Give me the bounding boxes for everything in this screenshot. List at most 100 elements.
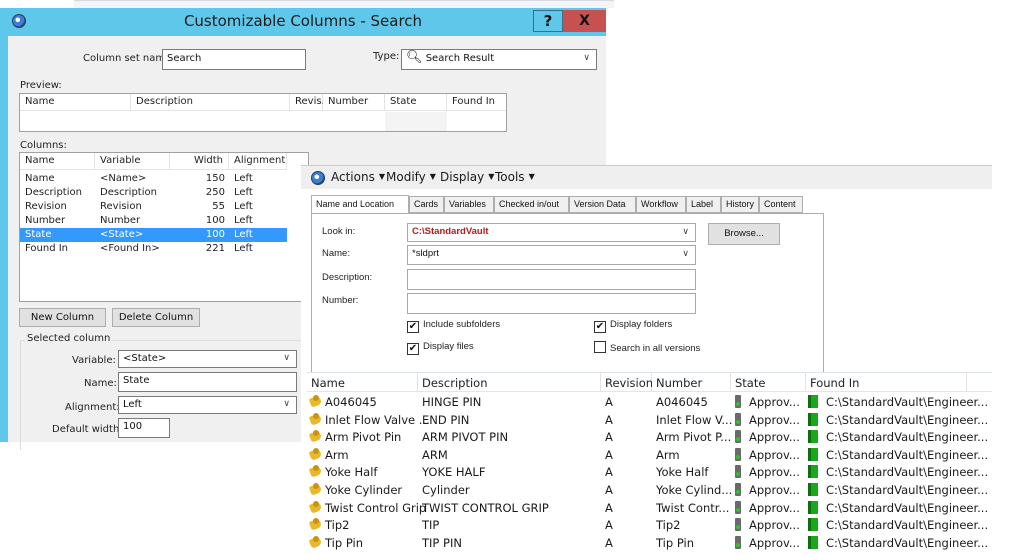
type-select[interactable]: 🔍︎ Search Result ∨ (401, 49, 597, 70)
result-description-text: TIP (422, 518, 440, 533)
checkmark-icon[interactable]: ✔ (407, 321, 419, 333)
variable-select[interactable]: <State> ∨ (118, 350, 297, 368)
result-name: Yoke Half (310, 465, 377, 479)
columns-cell-alignment: Left (234, 215, 253, 226)
columns-row[interactable]: Number Number 100 Left (20, 214, 287, 228)
result-row[interactable]: Yoke Half YOKE HALF A Yoke Half Approv... C:\… (307, 464, 992, 481)
part-file-icon (310, 465, 323, 477)
help-button[interactable]: ? (533, 10, 563, 32)
result-found-in-text: C:\StandardVault\Engineer... (826, 518, 989, 533)
result-row[interactable]: Twist Control Grip TWIST CONTROL GRIP A Twi… (307, 500, 992, 517)
name-value: State (123, 375, 150, 386)
results-header-found-in[interactable]: Found In (806, 372, 967, 392)
result-number-text: Yoke Half (656, 465, 709, 480)
result-state: Approv... (735, 483, 800, 497)
result-row[interactable]: Tip Pin TIP PIN A Tip Pin Approv... C:\Standa… (307, 535, 992, 552)
number-input[interactable] (407, 293, 696, 314)
tab-name-and-location[interactable]: Name and Location (311, 195, 409, 214)
result-name: Arm Pivot Pin (310, 430, 401, 444)
alignment-select[interactable]: Left ∨ (118, 396, 297, 414)
preview-header-revision[interactable]: Revis... (290, 94, 331, 111)
browse-button[interactable]: Browse... (708, 223, 780, 245)
results-header-name[interactable]: Name (307, 372, 418, 392)
preview-header-name[interactable]: Name (20, 94, 131, 111)
result-name: Tip2 (310, 518, 349, 532)
delete-column-button[interactable]: Delete Column (112, 308, 200, 327)
tab-version-data[interactable]: Version Data (569, 196, 636, 213)
result-state: Approv... (735, 465, 800, 479)
columns-cell-width: 250 (205, 187, 225, 198)
result-row[interactable]: Arm ARM A Arm Approv... C:\StandardVault\Engi… (307, 447, 992, 464)
checkmark-icon[interactable]: ✔ (594, 321, 606, 333)
columns-header-variable[interactable]: Variable (95, 153, 170, 170)
result-number: Tip Pin (656, 536, 694, 550)
results-header-description[interactable]: Description (418, 372, 601, 392)
tab-workflow[interactable]: Workflow (636, 196, 686, 213)
look-in-select[interactable]: C:\StandardVault ∨ (407, 223, 696, 242)
result-found-in: C:\StandardVault\Engineer... (808, 465, 988, 479)
menu-display[interactable]: Display ▼ (440, 170, 494, 184)
dialog-title-bar[interactable]: Customizable Columns - Search ? X (0, 8, 606, 36)
name-select[interactable]: *sldprt ∨ (407, 245, 696, 265)
results-header-revision[interactable]: Revision (601, 372, 653, 392)
checkbox-display-folders[interactable]: ✔ Display folders (594, 319, 672, 333)
preview-header-state[interactable]: State (385, 94, 447, 111)
columns-row[interactable]: Found In <Found In> 221 Left (20, 242, 287, 256)
result-name-text: Tip2 (325, 518, 350, 533)
background-window-edge (74, 0, 614, 8)
columns-row[interactable]: Description Description 250 Left (20, 186, 287, 200)
result-found-in: C:\StandardVault\Engineer... (808, 483, 988, 497)
checkbox-include-subfolders[interactable]: ✔ Include subfolders (407, 319, 500, 333)
description-input[interactable] (407, 269, 696, 290)
result-row[interactable]: Yoke Cylinder Cylinder A Yoke Cylind... Appr… (307, 482, 992, 499)
columns-cell-width: 100 (205, 215, 225, 226)
workflow-state-icon (735, 465, 741, 479)
vault-folder-icon (808, 500, 818, 514)
columns-header-width[interactable]: Width (170, 153, 229, 170)
columns-row[interactable]: Name <Name> 150 Left (20, 172, 287, 186)
columns-row[interactable]: State <State> 100 Left (20, 228, 287, 242)
result-row[interactable]: Arm Pivot Pin ARM PIVOT PIN A Arm Pivot P..… (307, 429, 992, 446)
columns-cell-name: Name (25, 173, 55, 184)
menu-bar: Actions ▼ Modify ▼ Display ▼ Tools ▼ (301, 165, 992, 189)
tab-variables[interactable]: Variables (444, 196, 494, 213)
checkbox-search-in-all-versions[interactable]: Search in all versions (594, 341, 700, 354)
result-name-text: Arm (325, 447, 349, 462)
name-input[interactable]: State (118, 372, 297, 392)
menu-modify[interactable]: Modify ▼ (386, 170, 436, 184)
close-button[interactable]: X (563, 10, 606, 32)
checkbox-display-files[interactable]: ✔ Display files (407, 341, 474, 355)
result-revision-text: A (605, 500, 613, 515)
results-header-state[interactable]: State (731, 372, 806, 392)
preview-header-description[interactable]: Description (131, 94, 290, 111)
preview-header-found-in[interactable]: Found In (447, 94, 506, 111)
result-revision-text: A (605, 430, 613, 445)
checkmark-icon[interactable]: ✔ (407, 343, 419, 355)
result-row[interactable]: Tip2 TIP A Tip2 Approv... C:\StandardVault\En… (307, 517, 992, 534)
default-width-input[interactable]: 100 (118, 418, 170, 438)
result-row[interactable]: Inlet Flow Valve ... END PIN A Inlet Flow V… (307, 412, 992, 429)
menu-actions[interactable]: Actions ▼ (331, 170, 385, 184)
result-row[interactable]: A046045 HINGE PIN A A046045 Approv... C:\Stan… (307, 394, 992, 411)
tab-cards[interactable]: Cards (409, 196, 444, 213)
new-column-button[interactable]: New Column (19, 308, 106, 327)
menu-tools[interactable]: Tools ▼ (495, 170, 535, 184)
tab-checked-in-out[interactable]: Checked in/out (494, 196, 569, 213)
workflow-state-icon (735, 395, 741, 408)
preview-header-number[interactable]: Number (323, 94, 385, 111)
columns-header-name[interactable]: Name (20, 153, 95, 170)
result-state: Approv... (735, 500, 800, 515)
columns-cell-alignment: Left (234, 187, 253, 198)
tab-history[interactable]: History (721, 196, 759, 213)
column-set-name-input[interactable]: Search (162, 49, 306, 70)
tab-label[interactable]: Label (686, 196, 721, 213)
result-number: Arm (656, 448, 680, 462)
tab-content[interactable]: Content (759, 196, 803, 213)
columns-grid[interactable]: Name Variable Width Alignment Name <Name>… (19, 152, 309, 302)
columns-row[interactable]: Revision Revision 55 Left (20, 200, 287, 214)
result-state-text: Approv... (749, 412, 800, 427)
checkbox-empty-icon[interactable] (594, 341, 606, 353)
variable-value: <State> (123, 353, 167, 364)
columns-header-alignment[interactable]: Alignment (229, 153, 287, 170)
results-header-number[interactable]: Number (652, 372, 731, 392)
